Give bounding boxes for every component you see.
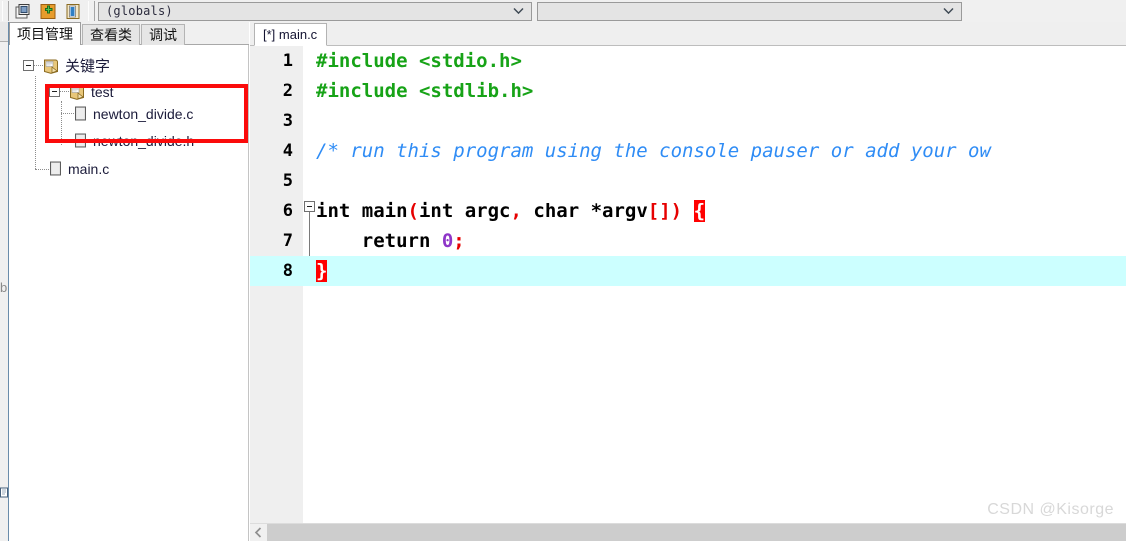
line-content: } (316, 256, 328, 286)
tree-item-test[interactable]: test (49, 81, 114, 102)
line-number: 1 (282, 51, 293, 71)
tree-item-newton-divide-h-label: newton_divide.h (93, 132, 195, 149)
editor-area: [*] main.c 1 #include <stdio.h> 2 #inclu… (250, 22, 1126, 541)
editor-tab-main-c[interactable]: [*] main.c (254, 23, 328, 46)
left-edge-text: b (0, 280, 8, 295)
tree-connector (35, 76, 36, 169)
tree-item-newton-divide-h[interactable]: newton_divide.h (74, 130, 194, 151)
new-project-icon[interactable] (12, 1, 34, 21)
tree-item-main-c[interactable]: main.c (49, 158, 109, 179)
tree-connector (61, 101, 62, 145)
expander-icon[interactable] (49, 86, 60, 97)
tree-connector (34, 64, 43, 67)
tree-item-root[interactable]: 关键字 (23, 55, 110, 76)
line-content: int main(int argc, char *argv[]) { (316, 200, 706, 222)
toolbar: (globals) (0, 0, 1126, 22)
left-edge-icon[interactable] (0, 487, 8, 499)
code-line-current[interactable]: 8 } (250, 256, 1126, 286)
toolbar-button-group (9, 1, 87, 22)
scroll-left-button[interactable] (250, 524, 267, 541)
project-icon (43, 58, 60, 74)
brace-highlight: } (316, 260, 328, 282)
project-icon (69, 84, 86, 100)
line-content: return 0; (316, 230, 465, 252)
tab-class-browser-label: 查看类 (90, 27, 132, 43)
tree-item-test-label: test (91, 83, 114, 100)
project-tree: 关键字 test newton_divide.c newton_divide.h… (9, 45, 249, 541)
tree-item-root-label: 关键字 (65, 58, 111, 75)
tab-project-manager-label: 项目管理 (17, 26, 73, 42)
code-line[interactable]: 5 (250, 166, 1126, 196)
code-line[interactable]: 1 #include <stdio.h> (250, 46, 1126, 76)
scrollbar-thumb[interactable] (267, 524, 1126, 541)
toolbar-separator (88, 1, 95, 21)
tab-class-browser[interactable]: 查看类 (82, 24, 140, 45)
watermark: CSDN @Kisorge (987, 501, 1114, 518)
line-content: #include <stdlib.h> (316, 80, 534, 102)
tree-connector (61, 113, 74, 114)
class-combo-value: (globals) (106, 4, 173, 18)
tree-connector (35, 169, 49, 170)
chevron-down-icon[interactable] (513, 7, 524, 15)
line-number: 4 (282, 141, 293, 161)
file-icon (74, 133, 88, 149)
project-panel-tabs: 项目管理 查看类 调试 (9, 22, 249, 45)
member-combo[interactable] (537, 1, 962, 21)
class-combo[interactable]: (globals) (98, 1, 532, 21)
line-number: 7 (282, 231, 293, 251)
remove-from-project-icon[interactable] (62, 1, 84, 21)
left-edge-strip: b (0, 22, 9, 541)
brace-highlight: { (693, 200, 706, 222)
code-line[interactable]: 6 int main(int argc, char *argv[]) { (250, 196, 1126, 226)
code-editor[interactable]: 1 #include <stdio.h> 2 #include <stdlib.… (250, 46, 1126, 523)
toolbar-gripper[interactable] (2, 1, 9, 21)
code-line[interactable]: 4 /* run this program using the console … (250, 136, 1126, 166)
line-content: /* run this program using the console pa… (316, 140, 991, 162)
chevron-down-icon[interactable] (943, 7, 954, 15)
project-panel: 项目管理 查看类 调试 关键字 test newton_divide.c new… (9, 22, 249, 541)
tab-debug[interactable]: 调试 (141, 24, 185, 45)
code-line[interactable]: 2 #include <stdlib.h> (250, 76, 1126, 106)
expander-icon[interactable] (23, 60, 34, 71)
line-number: 8 (282, 261, 293, 281)
line-number: 5 (282, 171, 293, 191)
line-number: 2 (282, 81, 293, 101)
file-icon (49, 161, 63, 177)
editor-tab-bar: [*] main.c (250, 22, 1126, 46)
tree-item-newton-divide-c[interactable]: newton_divide.c (74, 103, 193, 124)
line-number: 3 (282, 111, 293, 131)
line-number: 6 (282, 201, 293, 221)
editor-tab-main-c-label: [*] main.c (263, 27, 318, 42)
left-edge-tab[interactable] (0, 22, 8, 42)
tree-item-main-c-label: main.c (68, 160, 110, 177)
tree-connector (60, 90, 69, 93)
horizontal-scrollbar[interactable] (250, 523, 1126, 541)
tree-item-newton-divide-c-label: newton_divide.c (93, 105, 194, 122)
line-content: #include <stdio.h> (316, 50, 522, 72)
tree-connector (61, 140, 74, 141)
code-line[interactable]: 7 return 0; (250, 226, 1126, 256)
code-line[interactable]: 3 (250, 106, 1126, 136)
code-lines: 1 #include <stdio.h> 2 #include <stdlib.… (250, 46, 1126, 523)
tab-project-manager[interactable]: 项目管理 (9, 22, 81, 45)
tab-debug-label: 调试 (149, 27, 177, 43)
file-icon (74, 106, 88, 122)
add-to-project-icon[interactable] (37, 1, 59, 21)
